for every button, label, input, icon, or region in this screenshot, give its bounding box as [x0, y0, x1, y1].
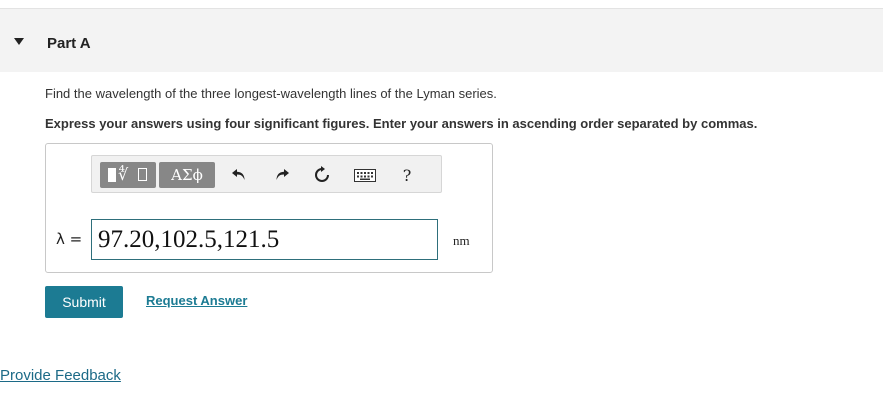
empty-square-icon — [138, 168, 147, 181]
help-icon[interactable]: ? — [397, 165, 417, 185]
question-text: Find the wavelength of the three longest… — [45, 86, 497, 101]
greek-symbols-button[interactable]: ΑΣϕ — [159, 162, 215, 188]
filled-square-icon — [108, 168, 116, 182]
templates-button[interactable]: ∜ — [100, 162, 156, 188]
keyboard-icon[interactable] — [353, 165, 377, 185]
unit-label: nm — [453, 233, 470, 248]
reset-icon[interactable] — [312, 165, 332, 185]
sqrt-icon: ∜ — [118, 165, 129, 184]
collapse-caret-icon[interactable] — [14, 38, 24, 45]
answer-input[interactable]: 97.20,102.5,121.5 — [91, 219, 438, 260]
variable-label: λ = — [56, 230, 83, 248]
question-instruction: Express your answers using four signific… — [45, 116, 758, 131]
math-toolbar: ∜ ΑΣϕ ? — [91, 155, 442, 193]
part-header[interactable]: Part A — [0, 9, 883, 72]
answer-box: ∜ ΑΣϕ ? λ = 97.20,102.5,121.5 nm — [45, 143, 493, 273]
provide-feedback-link[interactable]: Provide Feedback — [0, 367, 121, 384]
request-answer-link[interactable]: Request Answer — [146, 293, 247, 308]
part-title: Part A — [47, 35, 91, 52]
redo-icon[interactable] — [272, 165, 292, 185]
submit-button[interactable]: Submit — [45, 286, 123, 318]
undo-icon[interactable] — [229, 165, 249, 185]
